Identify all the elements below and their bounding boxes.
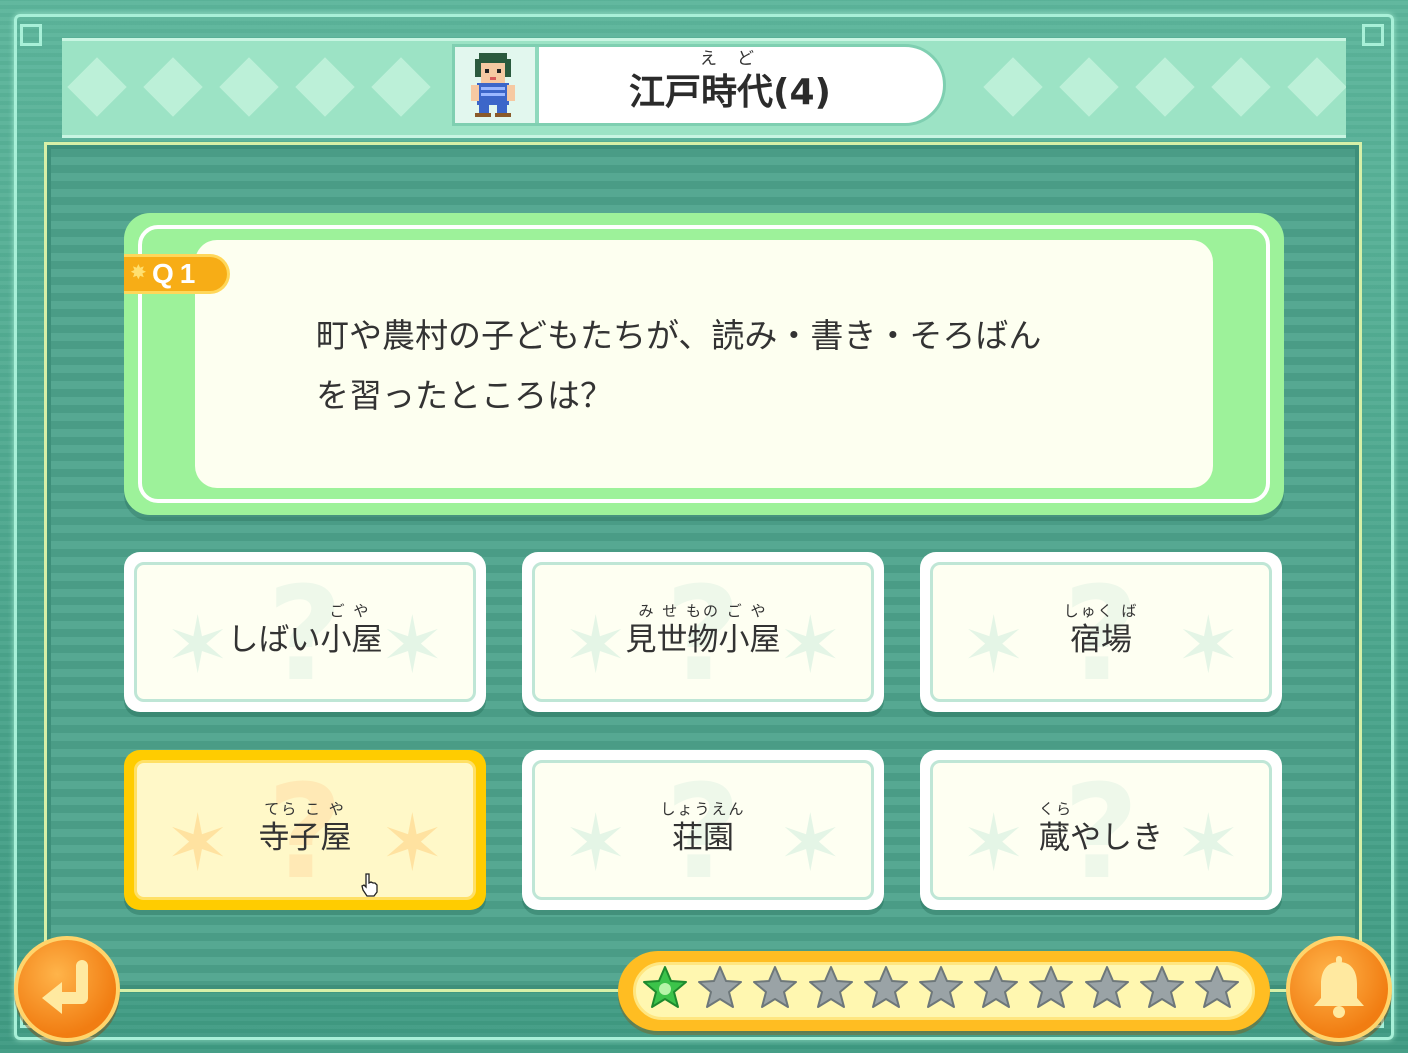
answer-button-shukuba[interactable]: ? ✶ ✶ しゅく ば 宿場	[920, 552, 1282, 712]
edo-child-icon	[471, 53, 515, 117]
answer-ruby: くら	[1038, 800, 1073, 818]
progress-star-pending	[808, 966, 853, 1008]
progress-star-current	[643, 966, 687, 1008]
progress-star-pending	[974, 966, 1019, 1008]
progress-star-pending	[1084, 966, 1129, 1008]
return-arrow-icon	[42, 960, 88, 1014]
question-text: 町や農村の子どもたちが、読み・書き・そろばん を習ったところは？	[316, 306, 1136, 426]
answer-ruby: ご や	[329, 602, 371, 620]
answer-ruby: み せ もの ご や	[638, 602, 768, 620]
answer-button-shoen[interactable]: ? ✶ ✶ しょうえん 荘園	[522, 750, 884, 910]
answer-button-misemonogoya[interactable]: ? ✶ ✶ み せ もの ご や 見世物小屋	[522, 552, 884, 712]
page-title: えど 江戸時代(4)	[560, 48, 900, 122]
answer-ruby: てら こ や	[264, 800, 346, 818]
answer-button-kurayashiki[interactable]: ? ✶ ✶ くら 蔵やしき	[920, 750, 1282, 910]
hint-bell-button[interactable]	[1286, 936, 1392, 1042]
progress-star-pending	[1029, 966, 1074, 1008]
progress-star-pending	[1139, 966, 1184, 1008]
frame-corner	[1362, 24, 1384, 46]
title-text: 江戸時代(4)	[629, 72, 831, 113]
progress-star-pending	[753, 966, 798, 1008]
character-avatar	[455, 47, 539, 123]
progress-star-pending	[919, 966, 963, 1008]
progress-star-pending	[863, 966, 908, 1008]
answer-card: ? ✶ ✶ ご や しばい小屋	[134, 562, 476, 702]
answer-button-shibaigoya[interactable]: ? ✶ ✶ ご や しばい小屋	[124, 552, 486, 712]
answer-label: 宿場	[1070, 622, 1132, 658]
answer-label: しばい小屋	[227, 622, 383, 658]
answer-card: ? ✶ ✶ しょうえん 荘園	[532, 760, 874, 900]
bell-icon	[1314, 956, 1364, 1018]
hand-cursor-icon	[361, 873, 378, 897]
answer-label: 荘園	[672, 820, 734, 856]
answer-button-terakoya[interactable]: ? ✶ ✶ てら こ や 寺子屋	[124, 750, 486, 910]
answer-ruby: しょうえん	[660, 800, 746, 818]
answer-card: ? ✶ ✶ み せ もの ご や 見世物小屋	[532, 562, 874, 702]
question-number: Q1	[152, 258, 202, 289]
answer-label: 寺子屋	[258, 820, 352, 856]
title-ruby: えど	[700, 49, 774, 69]
star-icon: ✸	[130, 260, 147, 284]
question-line-1: 町や農村の子どもたちが、読み・書き・そろばん	[316, 316, 1042, 355]
answer-card: ? ✶ ✶ てら こ や 寺子屋	[134, 760, 476, 900]
answer-label: 見世物小屋	[625, 622, 781, 658]
frame-corner	[20, 24, 42, 46]
answer-label: 蔵やしき	[1039, 820, 1163, 856]
progress-star-pending	[1195, 966, 1239, 1008]
answer-card: ? ✶ ✶ しゅく ば 宿場	[930, 562, 1272, 702]
back-button[interactable]	[14, 936, 120, 1042]
answer-card: ? ✶ ✶ くら 蔵やしき	[930, 760, 1272, 900]
question-line-2: を習ったところは？	[316, 376, 613, 415]
progress-star-pending	[698, 966, 743, 1008]
answer-ruby: しゅく ば	[1063, 602, 1139, 620]
